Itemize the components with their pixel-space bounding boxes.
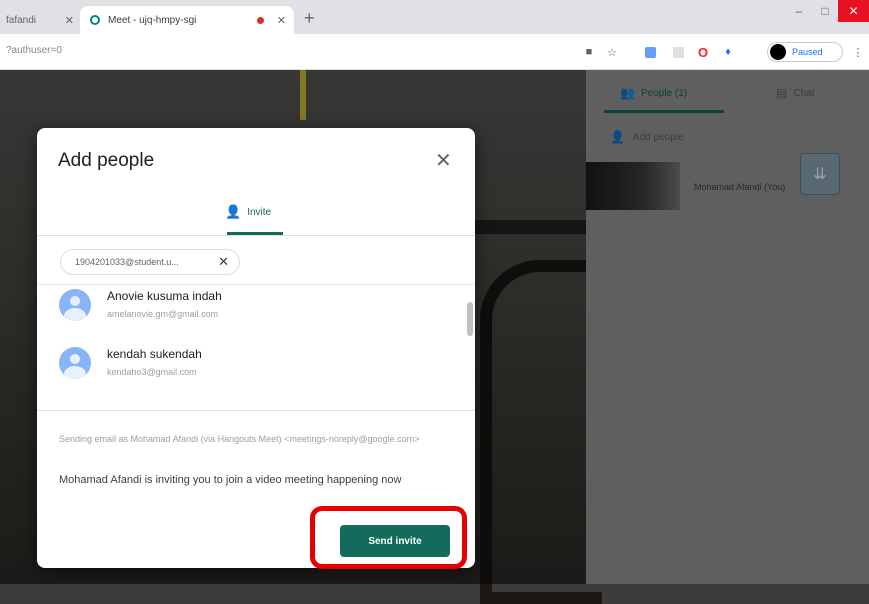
highlight-box [310,506,467,569]
more-vert-icon[interactable]: ⋮ [851,45,865,59]
camera-icon[interactable]: ■ [582,45,596,59]
tab-title: fafandi [6,14,37,26]
window-close-button[interactable]: ✕ [838,0,869,22]
tab-close-icon[interactable]: ✕ [65,14,74,27]
avatar [770,44,786,60]
address-bar: ?authuser=0 ■ ☆ O ♦ Paused ⋮ [0,34,869,70]
invite-message[interactable]: Mohamad Afandi is inviting you to join a… [59,472,449,488]
contact-name: Anovie kusuma indah [107,289,222,303]
tab-close-icon[interactable]: ✕ [277,14,286,27]
extension-icon[interactable]: ♦ [721,45,735,59]
extension-icon[interactable] [671,45,685,59]
contact-email: kendaho3@gmail.com [107,367,197,377]
recording-icon [257,16,264,24]
contact-name: kendah sukendah [107,347,202,361]
browser-tabstrip: fafandi ✕ Meet - ujq-hmpy-sgi ✕ + – □ ✕ [0,0,869,34]
close-icon[interactable]: ✕ [435,148,452,173]
browser-tab-active[interactable]: Meet - ujq-hmpy-sgi ✕ [80,6,294,34]
avatar [59,289,91,321]
remove-chip-icon[interactable]: ✕ [218,254,229,270]
list-item[interactable]: Anovie kusuma indah amelanovie.gm@gmail.… [37,285,457,337]
meet-favicon-icon [90,15,100,25]
recipient-email: 1904201033@student.u... [75,257,179,267]
profile-label: Paused [792,47,823,57]
tab-title: Meet - ujq-hmpy-sgi [108,14,197,26]
contact-email: amelanovie.gm@gmail.com [107,309,219,319]
list-item[interactable]: kendah sukendah kendaho3@gmail.com [37,339,457,391]
tab-invite-label: Invite [247,206,272,218]
profile-button[interactable]: Paused [767,42,843,62]
minimize-button[interactable]: – [786,0,812,22]
person-add-icon: 👤 [225,204,242,219]
avatar [59,347,91,379]
divider [37,410,475,411]
extension-icon[interactable] [643,45,657,59]
dialog-title: Add people [58,150,155,171]
scrollbar[interactable] [467,302,473,336]
bookmark-star-icon[interactable]: ☆ [605,45,619,59]
sending-note: Sending email as Mohamad Afandi (via Han… [59,434,420,444]
browser-tab[interactable]: fafandi ✕ [0,6,82,34]
add-people-dialog: Add people ✕ 👤 Invite 1904201033@student… [37,128,475,568]
divider [37,235,475,236]
url-field[interactable]: ?authuser=0 [6,45,62,56]
contact-suggestions: Anovie kusuma indah amelanovie.gm@gmail.… [37,285,475,409]
recipient-chip[interactable]: 1904201033@student.u... ✕ [60,249,240,275]
opera-icon[interactable]: O [696,45,710,60]
new-tab-button[interactable]: + [304,8,315,29]
maximize-button[interactable]: □ [812,0,838,22]
tab-invite[interactable]: 👤 Invite [225,204,271,220]
